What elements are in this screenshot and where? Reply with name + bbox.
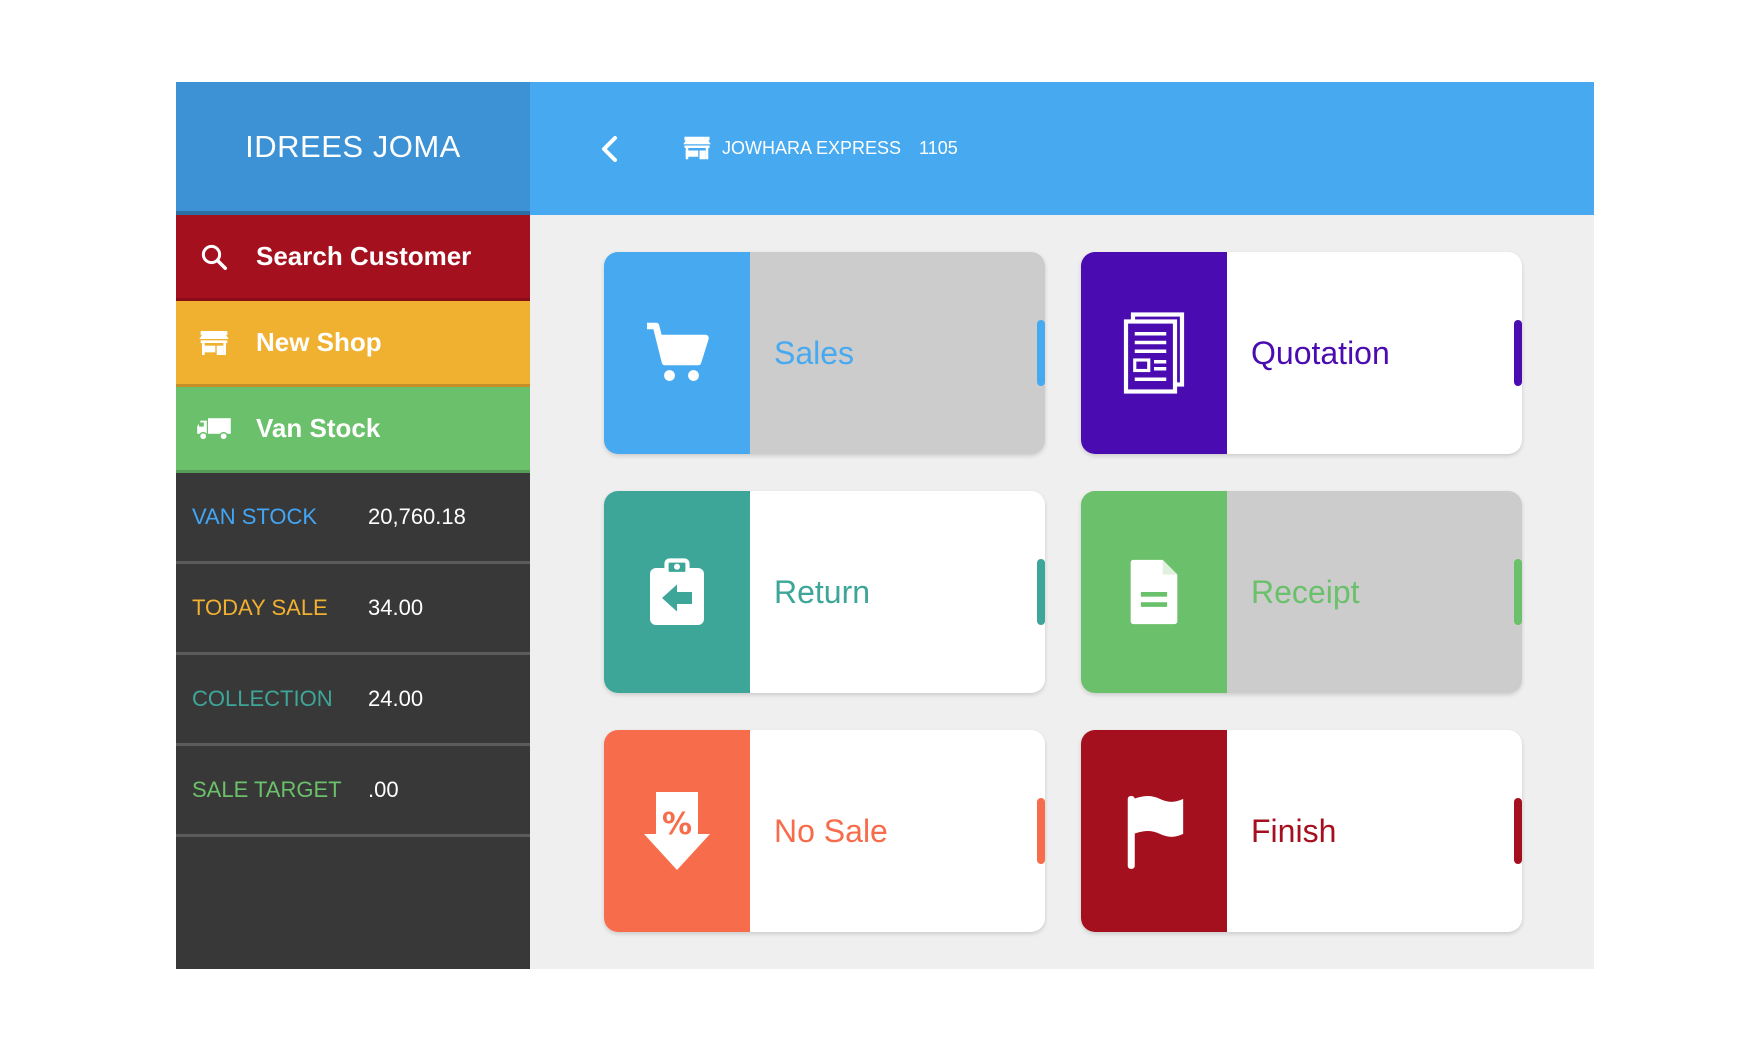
stat-van-stock: VAN STOCK 20,760.18 xyxy=(176,473,530,564)
stat-label: SALE TARGET xyxy=(192,777,342,802)
stat-value: 20,760.18 xyxy=(368,504,466,529)
search-customer-label: Search Customer xyxy=(256,241,472,271)
file-icon xyxy=(1081,491,1227,693)
stat-label: VAN STOCK xyxy=(192,504,318,529)
accent-bar xyxy=(1037,559,1045,625)
stat-label: COLLECTION xyxy=(192,686,333,711)
stat-value: .00 xyxy=(368,777,399,802)
search-icon xyxy=(196,239,232,275)
cart-icon xyxy=(604,252,750,454)
stat-today-sale: TODAY SALE 34.00 xyxy=(176,564,530,655)
van-stock-label: Van Stock xyxy=(256,413,381,443)
store-icon xyxy=(682,134,712,164)
sidebar: IDREES JOMA Search Customer New Shop Van… xyxy=(176,82,530,969)
flag-icon xyxy=(1081,730,1227,932)
clipboard-return-icon xyxy=(604,491,750,693)
shop-info: JOWHARA EXPRESS 1105 xyxy=(682,134,958,164)
quotation-tile[interactable]: Quotation xyxy=(1081,252,1522,454)
action-grid: Sales Quotation Return Receipt % No Sale… xyxy=(604,252,1522,932)
no-sale-tile[interactable]: % No Sale xyxy=(604,730,1045,932)
chevron-left-icon xyxy=(602,135,617,162)
svg-text:%: % xyxy=(662,807,692,842)
stat-value: 24.00 xyxy=(368,686,424,711)
sales-tile[interactable]: Sales xyxy=(604,252,1045,454)
back-button[interactable] xyxy=(590,129,630,169)
accent-bar xyxy=(1514,559,1522,625)
stat-sale-target: SALE TARGET .00 xyxy=(176,746,530,837)
receipt-tile[interactable]: Receipt xyxy=(1081,491,1522,693)
return-tile[interactable]: Return xyxy=(604,491,1045,693)
new-shop-button[interactable]: New Shop xyxy=(176,301,530,387)
search-customer-button[interactable]: Search Customer xyxy=(176,215,530,301)
shop-name: JOWHARA EXPRESS xyxy=(722,138,902,158)
stat-collection: COLLECTION 24.00 xyxy=(176,655,530,746)
percent-down-icon: % xyxy=(604,730,750,932)
shop-code: 1105 xyxy=(919,138,958,158)
return-label: Return xyxy=(774,573,871,610)
quotation-label: Quotation xyxy=(1251,334,1390,371)
accent-bar xyxy=(1037,798,1045,864)
new-shop-label: New Shop xyxy=(256,327,382,357)
stat-value: 34.00 xyxy=(368,595,424,620)
accent-bar xyxy=(1514,320,1522,386)
accent-bar xyxy=(1514,798,1522,864)
no-sale-label: No Sale xyxy=(774,812,888,849)
receipt-label: Receipt xyxy=(1251,573,1360,610)
van-stock-button[interactable]: Van Stock xyxy=(176,387,530,473)
top-bar: JOWHARA EXPRESS 1105 xyxy=(530,82,1594,215)
sales-label: Sales xyxy=(774,334,855,371)
app-window: IDREES JOMA Search Customer New Shop Van… xyxy=(176,82,1594,969)
main-content: JOWHARA EXPRESS 1105 Sales Quotation Ret… xyxy=(530,82,1594,969)
store-icon xyxy=(196,325,232,361)
truck-icon xyxy=(196,411,232,447)
finish-tile[interactable]: Finish xyxy=(1081,730,1522,932)
accent-bar xyxy=(1037,320,1045,386)
stat-label: TODAY SALE xyxy=(192,595,328,620)
document-list-icon xyxy=(1081,252,1227,454)
user-name: IDREES JOMA xyxy=(176,82,530,215)
finish-label: Finish xyxy=(1251,812,1337,849)
